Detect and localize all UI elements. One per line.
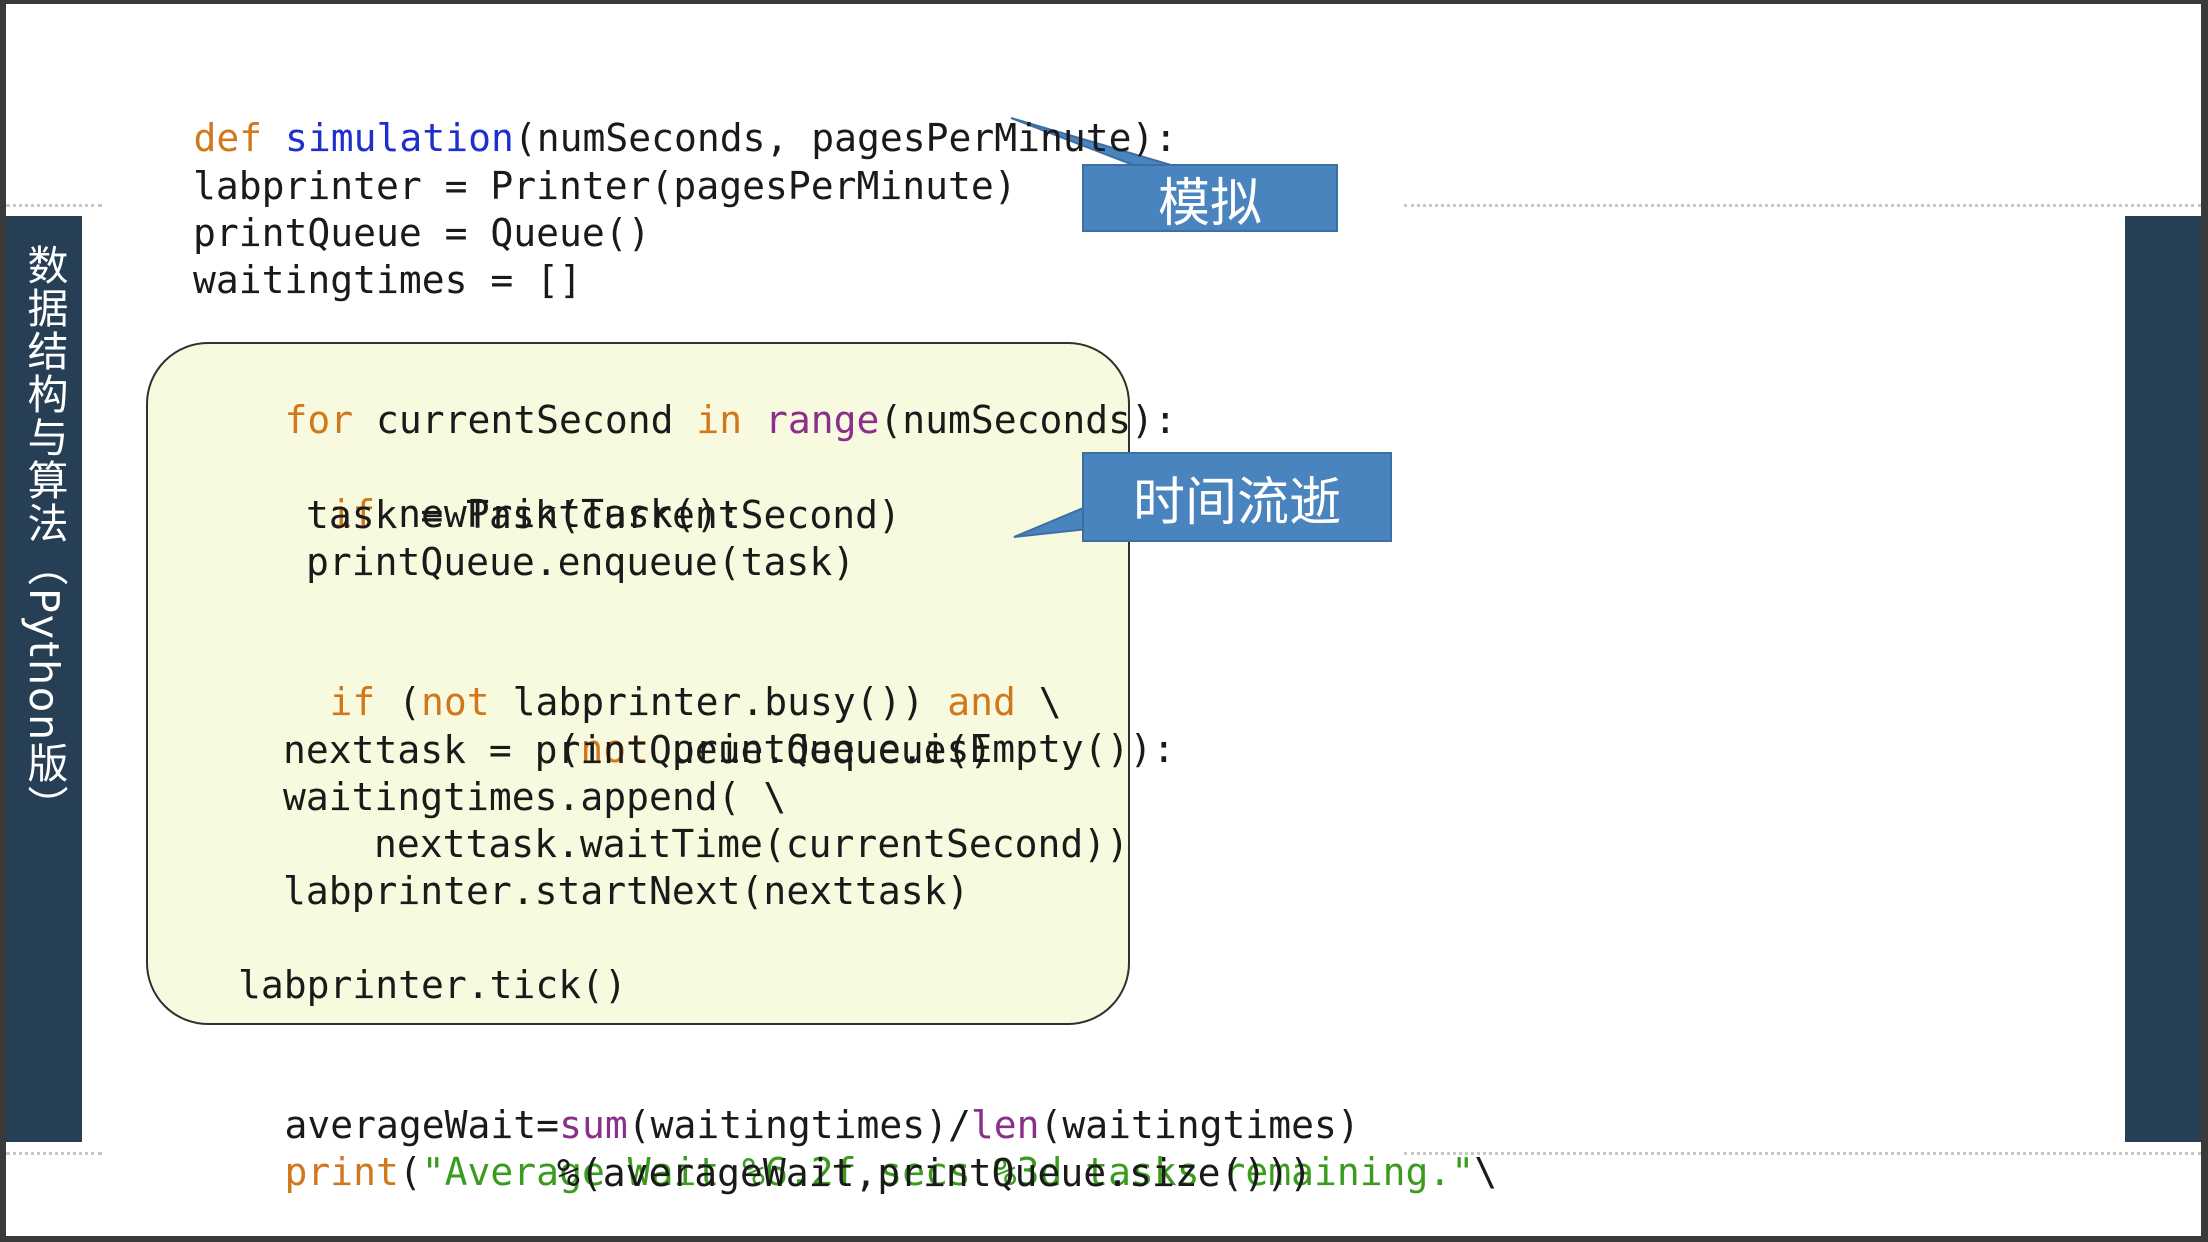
code-line-waittime: nexttask.waitTime(currentSecond)): [374, 822, 1129, 866]
code-line-dequeue: nexttask = printQueue.dequeue(): [283, 728, 993, 772]
code-line-averagewait: averageWait=sum(waitingtimes)/len(waitin…: [193, 1056, 1360, 1147]
simulate-callout-text: 模拟: [1157, 173, 1262, 234]
slide: 数据结构与算法（Python版） 模拟 时间流逝 def simulation(…: [6, 4, 2201, 1236]
code-line-append: waitingtimes.append( \: [283, 775, 787, 819]
code-line-waitingtimes: waitingtimes = []: [193, 258, 582, 302]
code-line-print: print("Average Wait %6.2f secs %3d tasks…: [193, 1103, 1498, 1194]
code-line-for: for currentSecond in range(numSeconds):: [193, 351, 1177, 442]
kw-in: in: [696, 398, 743, 442]
time-passing-callout-text: 时间流逝: [1132, 472, 1341, 533]
simulate-callout: 模拟: [1082, 164, 1338, 234]
code-line-tick: labprinter.tick(): [238, 963, 627, 1007]
kw-if: if: [329, 680, 376, 724]
code-paren: (: [398, 1150, 422, 1194]
code-line-startnext: labprinter.startNext(nexttask): [283, 869, 970, 913]
time-callout-pointer: [1013, 504, 1089, 538]
code-paren: (: [375, 680, 422, 724]
code-params: (numSeconds, pagesPerMinute):: [513, 116, 1178, 160]
code-line-format: %(averageWait,printQueue.size())): [557, 1151, 1312, 1195]
kw-for: for: [284, 398, 354, 442]
time-passing-callout: 时间流逝: [1082, 452, 1392, 542]
code-line-isempty: (not printQueue.isEmpty()):: [466, 680, 1176, 771]
code-line-if-busy: if (not labprinter.busy()) and \: [238, 633, 1062, 724]
code-line-task: task = Task(currentSecond): [306, 493, 901, 537]
code-line-printqueue: printQueue = Queue(): [193, 211, 651, 255]
code-line-labprinter: labprinter = Printer(pagesPerMinute): [193, 164, 1017, 208]
fn-simulation: simulation: [285, 116, 514, 160]
code-continuation: \: [1474, 1150, 1498, 1194]
kw-def: def: [193, 116, 263, 160]
code-line-if-newprinttask: if newPrintTask():: [238, 445, 742, 536]
code-current-second: currentSecond: [353, 398, 697, 442]
builtin-range: range: [764, 398, 880, 442]
kw-print: print: [284, 1150, 399, 1194]
code-range-args: (numSeconds):: [879, 398, 1177, 442]
code-line-enqueue: printQueue.enqueue(task): [306, 540, 856, 584]
code-line-def: def simulation(numSeconds, pagesPerMinut…: [102, 69, 1178, 160]
